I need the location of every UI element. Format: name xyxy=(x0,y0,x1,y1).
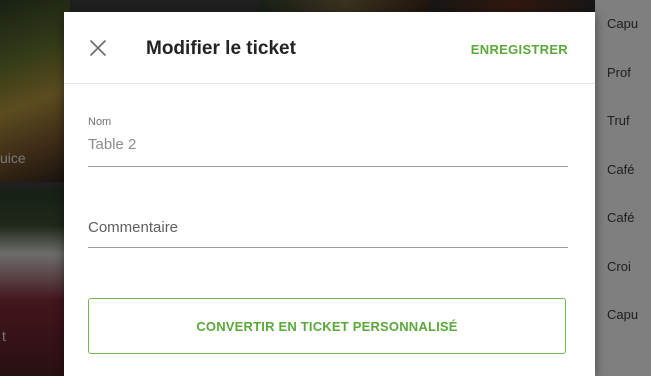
name-field-label: Nom xyxy=(88,116,112,128)
list-item: Croi xyxy=(607,258,631,274)
convert-custom-ticket-button[interactable]: CONVERTIR EN TICKET PERSONNALISÉ xyxy=(88,298,566,354)
dialog-header: Modifier le ticket ENREGISTRER xyxy=(64,12,595,84)
comment-field-placeholder[interactable]: Commentaire xyxy=(88,219,178,236)
list-item: Capu xyxy=(607,16,639,31)
list-item: Café xyxy=(607,161,635,177)
save-button[interactable]: ENREGISTRER xyxy=(471,42,568,57)
dialog-title: Modifier le ticket xyxy=(146,38,296,59)
name-field[interactable]: Nom Table 2 xyxy=(88,116,568,167)
ticket-item-list: Capu Prof Truf Café Café Croi Capu xyxy=(595,0,651,376)
list-item: Prof xyxy=(607,64,631,80)
edit-ticket-dialog: Modifier le ticket ENREGISTRER Nom Table… xyxy=(64,12,595,376)
close-icon[interactable] xyxy=(86,36,110,60)
name-field-value[interactable]: Table 2 xyxy=(88,136,136,153)
list-item: Truf xyxy=(607,113,630,128)
list-item: Capu xyxy=(607,307,639,322)
comment-field[interactable]: Commentaire xyxy=(88,212,568,248)
list-item: Café xyxy=(607,210,635,225)
